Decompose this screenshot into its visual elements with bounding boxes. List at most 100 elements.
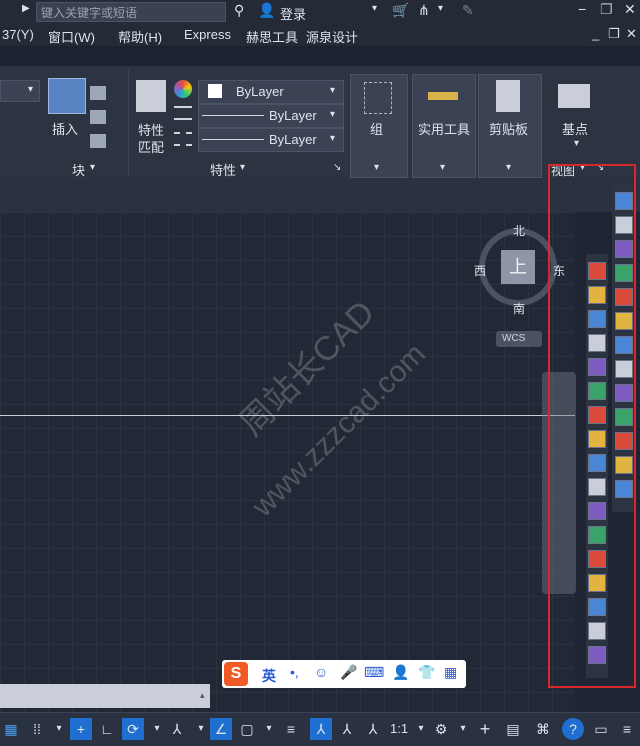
lineweight-toggle-icon[interactable]: ≡ — [280, 718, 302, 740]
polar-tracking-icon[interactable]: ⟳ — [122, 718, 144, 740]
ortho-icon[interactable]: ∟ — [96, 718, 118, 740]
chevron-down-icon-14[interactable]: ▾ — [48, 718, 70, 740]
color-swatch — [208, 84, 222, 98]
app-connect-icon[interactable]: ⋔ — [418, 2, 430, 19]
object-snap-tracking-icon[interactable]: ∠ — [210, 718, 232, 740]
chevron-down-icon-3: ▾ — [28, 84, 34, 95]
minimize-button[interactable]: − — [578, 1, 586, 17]
login-link[interactable]: 登录 — [280, 4, 306, 23]
menu-bar: 37(Y) 窗口(W) 帮助(H) Express 赫思工具 源泉设计 _ ❐ … — [0, 24, 640, 46]
pen-icon[interactable]: ✎ — [462, 2, 474, 19]
isolate-objects-icon[interactable]: ⌘ — [532, 718, 554, 740]
annotation-visibility-icon[interactable]: ⅄ — [310, 718, 332, 740]
dialog-launcher-icon[interactable]: ↘ — [333, 162, 341, 173]
microphone-icon[interactable]: 🎤 — [340, 664, 357, 681]
object-snap-icon[interactable]: ▢ — [236, 718, 258, 740]
auto-scale-icon[interactable]: ⅄ — [336, 718, 358, 740]
insert-label[interactable]: 插入 — [52, 119, 78, 138]
chevron-down-icon-5: ▾ — [330, 85, 336, 96]
line-sample-2 — [202, 139, 264, 140]
skin-icon[interactable]: 👕 — [418, 664, 435, 681]
customization-menu-icon[interactable]: ≡ — [616, 718, 638, 740]
menu-item-hesi-tools[interactable]: 赫思工具 — [246, 27, 298, 46]
arrow-right-icon[interactable]: ▶ — [22, 3, 30, 14]
quick-properties-icon[interactable]: ▤ — [502, 718, 524, 740]
chevron-down-icon-10: ▾ — [440, 162, 446, 173]
color-wheel-icon[interactable] — [174, 80, 192, 98]
annotation-scale-value[interactable]: 1:1 — [390, 721, 408, 736]
viewcube-west[interactable]: 西 — [474, 262, 486, 279]
line-sample — [202, 115, 264, 116]
annotation-scale-icon[interactable]: ⅄ — [362, 718, 384, 740]
doc-restore-button[interactable]: ❐ — [608, 26, 620, 42]
block-panel-label[interactable]: 块 — [72, 160, 85, 179]
viewcube-top-face[interactable]: 上 — [501, 250, 535, 284]
search-icon[interactable]: ⚲ — [234, 2, 244, 19]
group-label: 组 — [370, 122, 384, 137]
chevron-down-icon-18[interactable]: ▾ — [410, 718, 432, 740]
restore-button[interactable]: ❐ — [600, 1, 613, 18]
user-center-icon[interactable]: 👤 — [392, 664, 409, 681]
clipboard-icon — [496, 80, 520, 112]
chevron-down-icon-15[interactable]: ▾ — [146, 718, 168, 740]
menu-item-express[interactable]: Express — [184, 27, 231, 42]
doc-close-button[interactable]: ✕ — [626, 26, 637, 42]
snap-icon[interactable]: ⁞⁞ — [26, 718, 48, 740]
ribbon-tabs-strip — [0, 46, 640, 66]
punctuation-icon[interactable]: •, — [290, 664, 299, 680]
utilities-label: 实用工具 — [418, 122, 471, 137]
chevron-down-icon[interactable]: ▾ — [372, 3, 377, 14]
wcs-menu[interactable]: WCS — [496, 331, 542, 347]
insert-block-icon[interactable] — [48, 78, 86, 114]
chevron-down-icon-17[interactable]: ▾ — [258, 718, 280, 740]
color-value: ByLayer — [236, 84, 284, 99]
chevron-down-icon-8[interactable]: ▾ — [240, 162, 245, 173]
ribbon-left-dropdown[interactable] — [0, 80, 40, 102]
sogou-logo-icon[interactable]: S — [224, 662, 248, 686]
doc-minimize-button[interactable]: _ — [592, 26, 599, 41]
keyboard-icon[interactable]: ⌨ — [364, 664, 384, 681]
chevron-down-icon-6: ▾ — [330, 109, 336, 120]
viewcube-south[interactable]: 南 — [513, 300, 525, 317]
base-label[interactable]: 基点 — [562, 119, 588, 138]
chevron-down-icon-2[interactable]: ▾ — [438, 3, 443, 14]
linetype-icon[interactable] — [174, 132, 192, 146]
command-history-arrow-icon[interactable]: ▴ — [200, 690, 205, 701]
command-line[interactable] — [0, 684, 210, 708]
menu-item-dim[interactable]: 37(Y) — [2, 27, 34, 42]
search-input[interactable]: 键入关键字或短语 — [36, 2, 226, 22]
dynamic-input-icon[interactable]: + — [70, 718, 92, 740]
properties-panel-label[interactable]: 特性 — [210, 160, 236, 179]
base-point-icon[interactable] — [558, 84, 590, 108]
close-button[interactable]: ✕ — [624, 1, 636, 18]
chevron-down-icon-4[interactable]: ▾ — [90, 162, 95, 173]
grid-icon[interactable]: ▦ — [0, 718, 22, 740]
menu-item-window[interactable]: 窗口(W) — [48, 27, 95, 46]
clean-screen-icon[interactable]: ▭ — [590, 718, 612, 740]
isometric-icon[interactable]: ⅄ — [166, 718, 188, 740]
file-tabs-strip — [0, 178, 640, 212]
lineweight-icon[interactable] — [174, 106, 192, 120]
edit-block-icon[interactable] — [90, 110, 106, 124]
toolbox-icon[interactable]: ▦ — [444, 664, 457, 681]
match-properties-line2[interactable]: 匹配 — [138, 137, 164, 156]
workspace-gear-icon[interactable]: ⚙ — [430, 718, 452, 740]
edit-attributes-icon[interactable] — [90, 134, 106, 148]
chevron-down-icon-19[interactable]: ▾ — [452, 718, 474, 740]
add-icon[interactable]: + — [474, 718, 496, 740]
viewcube-north[interactable]: 北 — [513, 222, 525, 239]
match-properties-icon[interactable] — [136, 80, 166, 112]
menu-item-help[interactable]: 帮助(H) — [118, 27, 162, 46]
cart-icon[interactable]: 🛒 — [392, 2, 409, 19]
chevron-down-icon-12[interactable]: ▾ — [574, 138, 579, 149]
user-icon[interactable]: 👤 — [258, 2, 275, 19]
chevron-down-icon-16[interactable]: ▾ — [190, 718, 212, 740]
ime-mode[interactable]: 英 — [262, 666, 276, 686]
create-block-icon[interactable] — [90, 86, 106, 100]
lineweight-value: ByLayer — [269, 108, 317, 123]
help-icon[interactable]: ? — [562, 718, 584, 740]
group-icon — [364, 82, 392, 114]
emoji-icon[interactable]: ☺ — [314, 664, 328, 680]
highlight-box — [548, 164, 636, 688]
menu-item-yuanquan[interactable]: 源泉设计 — [306, 27, 358, 46]
